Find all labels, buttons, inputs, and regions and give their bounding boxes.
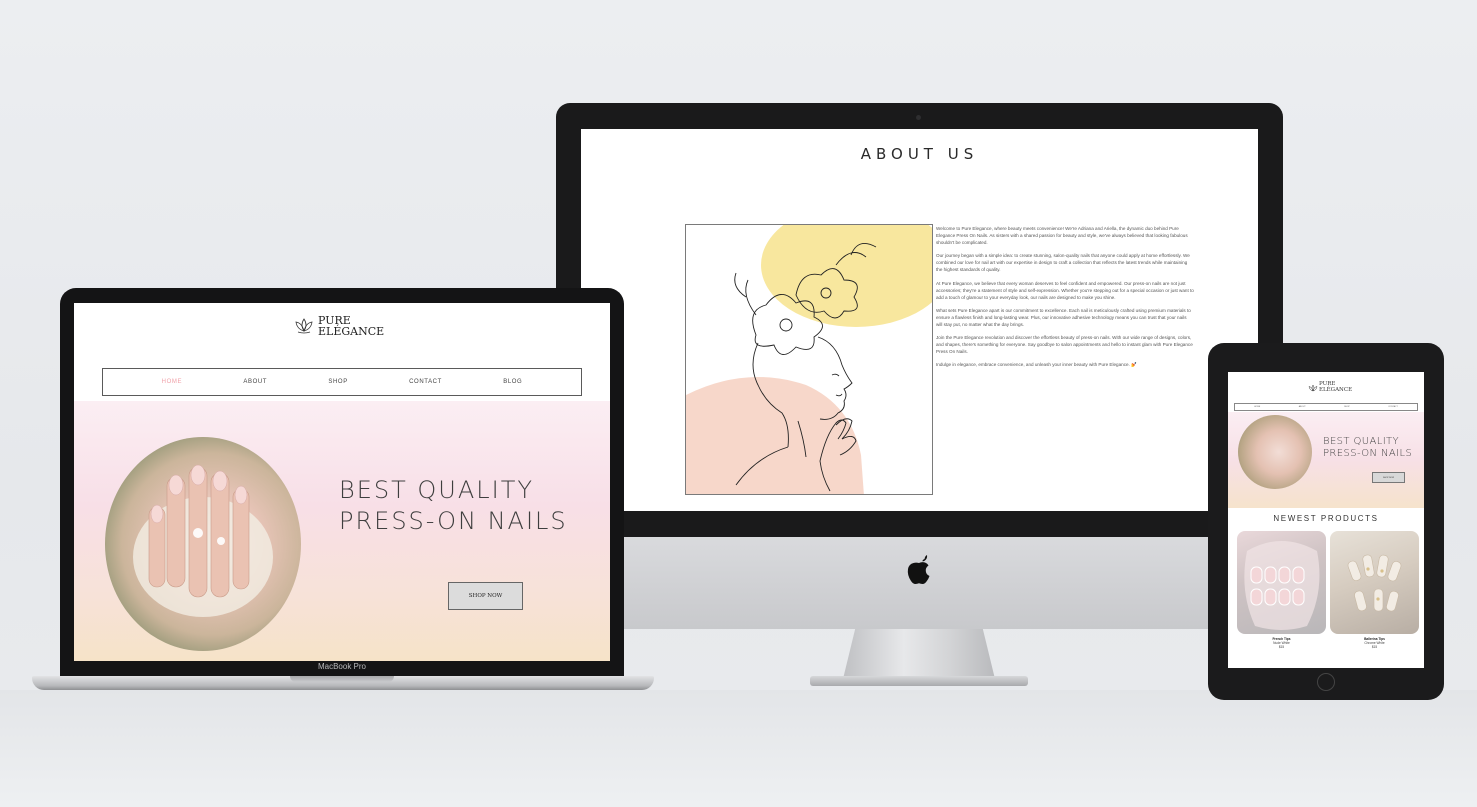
hero-headline: BEST QUALITY PRESS-ON NAILS [1323,436,1423,460]
home-button-icon[interactable] [1317,673,1335,691]
macbook-notch [290,676,394,682]
product-caption: Ballerina Tips Chrome White $15 [1330,637,1419,649]
camera-icon [916,115,921,120]
nav-item-home[interactable]: HOME [1254,406,1260,408]
apple-logo-icon [907,555,930,584]
hero-nails-photo [1238,415,1312,489]
hero-section: BEST QUALITY PRESS-ON NAILS SHOP NOW [1228,412,1424,508]
about-paragraph: Welcome to Pure Elegance, where beauty m… [936,226,1188,246]
hero-section: BEST QUALITY PRESS-ON NAILS SHOP NOW [74,401,610,661]
brand-line-2: ELÉGANCE [318,325,385,338]
nav-item-about[interactable]: ABOUT [1299,406,1306,408]
main-nav: HOME ABOUT SHOP CONTACT [1234,403,1418,411]
product-price: $15 [1371,645,1378,649]
nav-item-shop[interactable]: SHOP [328,379,347,385]
product-price: $15 [1278,645,1285,649]
brand-name: PURE ELÉGANCE [318,315,384,337]
imac-screen: ABOUT US Welcome to Pure Elegance, where… [581,129,1258,511]
newest-products-title: NEWEST PRODUCTS [1273,514,1379,523]
macbook-screen: PURE ELÉGANCE HOME ABOUT SHOP CONTACT BL… [74,303,610,661]
main-nav: HOME ABOUT SHOP CONTACT BLOG [102,368,582,396]
hero-nails-photo [105,437,301,651]
about-paragraph: At Pure Elegance, we believe that every … [936,280,1194,300]
macbook-base [32,676,654,690]
hero-headline-line-2: PRESS-ON NAILS [339,507,568,535]
nav-item-contact[interactable]: CONTACT [409,379,442,385]
product-caption: French Tips Nude White $15 [1237,637,1326,649]
hero-headline-line-2: PRESS-ON NAILS [1323,448,1413,459]
device-label: MacBook Pro [317,662,367,671]
nav-item-shop[interactable]: SHOP [1344,406,1350,408]
imac-stand [843,629,995,679]
lotus-icon [295,318,313,334]
imac-foot [810,676,1028,686]
ballerina-tips-photo [1347,554,1402,612]
about-text-block: Welcome to Pure Elegance, where beauty m… [936,225,1194,375]
nav-item-blog[interactable]: BLOG [503,379,522,385]
line-art-woman-image [685,224,933,495]
nav-item-contact[interactable]: CONTACT [1388,406,1398,408]
woman-flowers-illustration [686,225,932,494]
nav-item-home[interactable]: HOME [162,379,182,385]
shop-now-button[interactable]: SHOP NOW [1372,472,1405,483]
brand-name: PURE ELÉGANCE [1319,381,1353,393]
about-paragraph: Join the Pure Elegance revolution and di… [936,335,1193,355]
product-card-french-tips[interactable] [1237,531,1326,634]
about-paragraph: What sets Pure Elegance apart is our com… [936,307,1191,328]
about-paragraph: Indulge in elegance, embrace convenience… [936,362,1137,368]
ipad-device: PURE ELÉGANCE HOME ABOUT SHOP CONTACT BE… [1208,343,1444,700]
product-card-ballerina-tips[interactable] [1330,531,1419,634]
brand-logo[interactable]: PURE ELÉGANCE [294,311,414,351]
hero-headline-line-1: BEST QUALITY [339,476,535,504]
floor-surface [0,690,1477,807]
about-page-title: ABOUT US [860,145,979,163]
hero-headline-line-1: BEST QUALITY [1323,436,1400,447]
brand-line-2: ELÉGANCE [1319,386,1353,393]
about-paragraph: Our journey began with a simple idea: to… [936,253,1190,273]
macbook-lid: PURE ELÉGANCE HOME ABOUT SHOP CONTACT BL… [60,288,624,676]
ipad-screen: PURE ELÉGANCE HOME ABOUT SHOP CONTACT BE… [1228,372,1424,668]
french-tips-photo [1244,541,1320,630]
nav-item-about[interactable]: ABOUT [243,379,267,385]
lotus-icon [1308,384,1318,392]
brand-logo[interactable]: PURE ELÉGANCE [1308,381,1356,401]
imac-bezel: ABOUT US Welcome to Pure Elegance, where… [556,103,1283,537]
nails-photo-illustration [133,464,273,617]
imac-chin [556,537,1283,629]
hero-headline: BEST QUALITY PRESS-ON NAILS [339,475,599,537]
shop-now-button[interactable]: SHOP NOW [448,582,523,610]
